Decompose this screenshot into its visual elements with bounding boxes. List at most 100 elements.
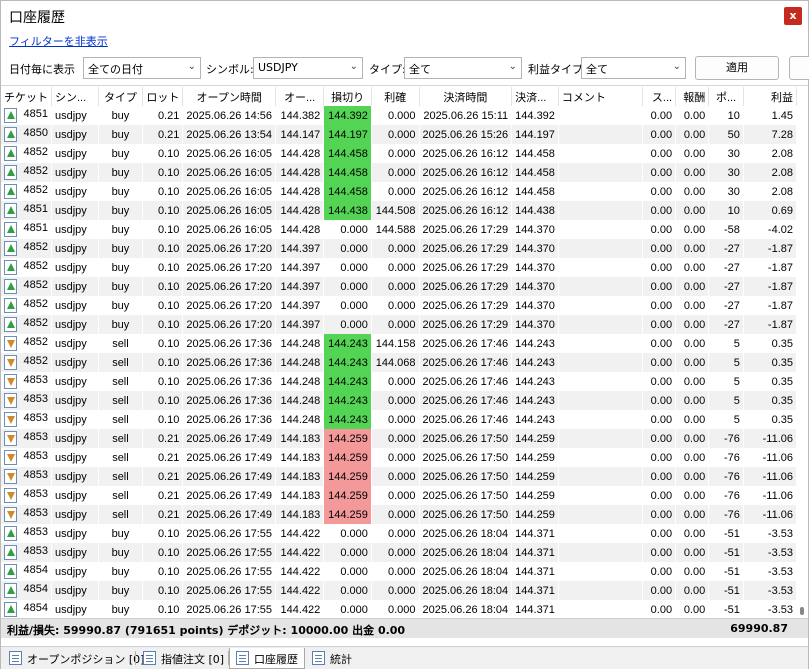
table-row[interactable]: 4854 usdjpy buy 0.10 2025.06.26 17:55 144.422… [1, 562, 797, 581]
table-row[interactable]: 4851 usdjpy buy 0.10 2025.06.26 16:05 144.428… [1, 201, 797, 220]
cell-points: 10 [708, 106, 744, 125]
type-filter-select[interactable]: 全て ⌄ [404, 57, 522, 79]
column-header[interactable]: ポ... [708, 87, 744, 106]
column-header[interactable]: 損切り [323, 87, 372, 106]
apply-button[interactable]: 適用 [695, 56, 779, 80]
table-row[interactable]: 4852 usdjpy sell 0.10 2025.06.26 17:36 144.24… [1, 353, 797, 372]
table-row[interactable]: 4850 usdjpy buy 0.21 2025.06.26 13:54 144.147… [1, 125, 797, 144]
column-header[interactable]: シン... [51, 87, 99, 106]
table-row[interactable]: 4854 usdjpy buy 0.10 2025.06.26 17:55 144.422… [1, 581, 797, 600]
table-row[interactable]: 4852 usdjpy buy 0.10 2025.06.26 17:20 144.397… [1, 277, 797, 296]
cell-sl: 144.243 [323, 353, 372, 372]
table-row[interactable]: 4852 usdjpy buy 0.10 2025.06.26 17:20 144.397… [1, 239, 797, 258]
column-header[interactable]: チケット [1, 87, 52, 106]
arrow-up-icon [4, 203, 17, 218]
column-header[interactable]: タイプ [98, 87, 144, 106]
cell-symbol: usdjpy [51, 600, 99, 617]
table-row[interactable]: 4851 usdjpy buy 0.10 2025.06.26 16:05 144.428… [1, 220, 797, 239]
cell-points: -27 [708, 258, 744, 277]
column-header[interactable]: 利確 [371, 87, 420, 106]
table-row[interactable]: 4854 usdjpy buy 0.10 2025.06.26 17:55 144.422… [1, 600, 797, 617]
cell-swap: 0.00 [642, 239, 677, 258]
cell-symbol: usdjpy [51, 562, 99, 581]
cell-close-price: 144.392 [511, 106, 559, 125]
date-filter-select[interactable]: 全ての日付 ⌄ [83, 57, 201, 79]
cell-lot: 0.10 [142, 144, 184, 163]
column-header[interactable]: 決済... [511, 87, 559, 106]
table-row[interactable]: 4853 usdjpy sell 0.21 2025.06.26 17:49 144.18… [1, 448, 797, 467]
table-row[interactable]: 4853 usdjpy sell 0.21 2025.06.26 17:49 144.18… [1, 486, 797, 505]
cell-fee: 0.00 [675, 258, 710, 277]
cell-lot: 0.21 [142, 448, 184, 467]
cell-profit: 0.35 [743, 334, 797, 353]
bottom-tabs: オープンポジション [0] 指値注文 [0] 口座履歴 統計 [1, 646, 808, 669]
column-header[interactable]: ロット [142, 87, 184, 106]
table-row[interactable]: 4853 usdjpy buy 0.10 2025.06.26 17:55 144.422… [1, 543, 797, 562]
cell-close-price: 144.438 [511, 201, 559, 220]
cell-ticket: 4853 [1, 467, 52, 486]
table-row[interactable]: 4852 usdjpy buy 0.10 2025.06.26 16:05 144.428… [1, 182, 797, 201]
cell-profit: -3.53 [743, 600, 797, 617]
column-header[interactable]: 報酬 [675, 87, 710, 106]
column-header[interactable]: ス... [642, 87, 677, 106]
table-row[interactable]: 4853 usdjpy buy 0.10 2025.06.26 17:55 144.422… [1, 524, 797, 543]
profit-type-filter-select[interactable]: 全て ⌄ [581, 57, 686, 79]
cell-fee: 0.00 [675, 391, 710, 410]
column-header[interactable]: 決済時間 [419, 87, 513, 106]
filter-bar: 日付毎に表示 全ての日付 ⌄ シンボル: USDJPY ⌄ タイプ: 全て ⌄ … [1, 55, 809, 83]
cell-points: -76 [708, 467, 744, 486]
tab-statistics[interactable]: 統計 [306, 648, 358, 669]
table-row[interactable]: 4853 usdjpy sell 0.10 2025.06.26 17:36 144.24… [1, 410, 797, 429]
table-row[interactable]: 4851 usdjpy buy 0.21 2025.06.26 14:56 144.382… [1, 106, 797, 125]
table-row[interactable]: 4853 usdjpy sell 0.10 2025.06.26 17:36 144.24… [1, 391, 797, 410]
table-row[interactable]: 4852 usdjpy buy 0.10 2025.06.26 16:05 144.428… [1, 163, 797, 182]
vertical-scrollbar[interactable] [797, 87, 808, 617]
cell-ticket: 4853 [1, 372, 52, 391]
tab-account-history[interactable]: 口座履歴 [229, 648, 305, 669]
column-header[interactable]: オープン時間 [182, 87, 276, 106]
cell-sl: 144.458 [323, 163, 372, 182]
arrow-down-icon [4, 374, 17, 389]
cell-tp: 0.000 [371, 467, 420, 486]
table-row[interactable]: 4852 usdjpy buy 0.10 2025.06.26 17:20 144.397… [1, 258, 797, 277]
cell-ticket: 4853 [1, 429, 52, 448]
table-row[interactable]: 4852 usdjpy buy 0.10 2025.06.26 17:20 144.397… [1, 296, 797, 315]
extra-button[interactable] [789, 56, 809, 80]
cell-points: -51 [708, 524, 744, 543]
table-row[interactable]: 4853 usdjpy sell 0.10 2025.06.26 17:36 144.24… [1, 372, 797, 391]
cell-close-time: 2025.06.26 17:50 [419, 505, 513, 524]
cell-close-price: 144.259 [511, 486, 559, 505]
cell-lot: 0.21 [142, 505, 184, 524]
scrollbar-thumb[interactable] [800, 607, 804, 615]
tab-pending-orders[interactable]: 指値注文 [0] [137, 648, 230, 669]
cell-close-price: 144.259 [511, 429, 559, 448]
ticket-number: 4851 [23, 222, 48, 234]
table-row[interactable]: 4852 usdjpy buy 0.10 2025.06.26 17:20 144.397… [1, 315, 797, 334]
symbol-filter-select[interactable]: USDJPY ⌄ [253, 57, 363, 79]
ticket-number: 4853 [23, 412, 48, 424]
hide-filter-link[interactable]: フィルターを非表示 [9, 33, 108, 49]
column-header[interactable]: 利益 [743, 87, 797, 106]
table-row[interactable]: 4853 usdjpy sell 0.21 2025.06.26 17:49 144.18… [1, 505, 797, 524]
column-header[interactable]: オー... [275, 87, 325, 106]
cell-open-time: 2025.06.26 17:20 [182, 315, 276, 334]
cell-close-time: 2025.06.26 18:04 [419, 524, 513, 543]
close-button[interactable]: x [784, 7, 802, 25]
column-header[interactable]: コメント [558, 87, 644, 106]
table-row[interactable]: 4852 usdjpy sell 0.10 2025.06.26 17:36 144.24… [1, 334, 797, 353]
cell-profit: -1.87 [743, 258, 797, 277]
table-row[interactable]: 4853 usdjpy sell 0.21 2025.06.26 17:49 144.18… [1, 429, 797, 448]
tab-open-positions[interactable]: オープンポジション [0] [3, 648, 150, 669]
cell-fee: 0.00 [675, 163, 710, 182]
cell-tp: 0.000 [371, 315, 420, 334]
cell-profit: 7.28 [743, 125, 797, 144]
cell-fee: 0.00 [675, 372, 710, 391]
cell-ticket: 4853 [1, 505, 52, 524]
cell-fee: 0.00 [675, 315, 710, 334]
tab-label: 統計 [330, 653, 352, 666]
table-row[interactable]: 4853 usdjpy sell 0.21 2025.06.26 17:49 144.18… [1, 467, 797, 486]
table-row[interactable]: 4852 usdjpy buy 0.10 2025.06.26 16:05 144.428… [1, 144, 797, 163]
cell-comment [558, 562, 644, 581]
cell-symbol: usdjpy [51, 467, 99, 486]
cell-sl: 144.259 [323, 448, 372, 467]
